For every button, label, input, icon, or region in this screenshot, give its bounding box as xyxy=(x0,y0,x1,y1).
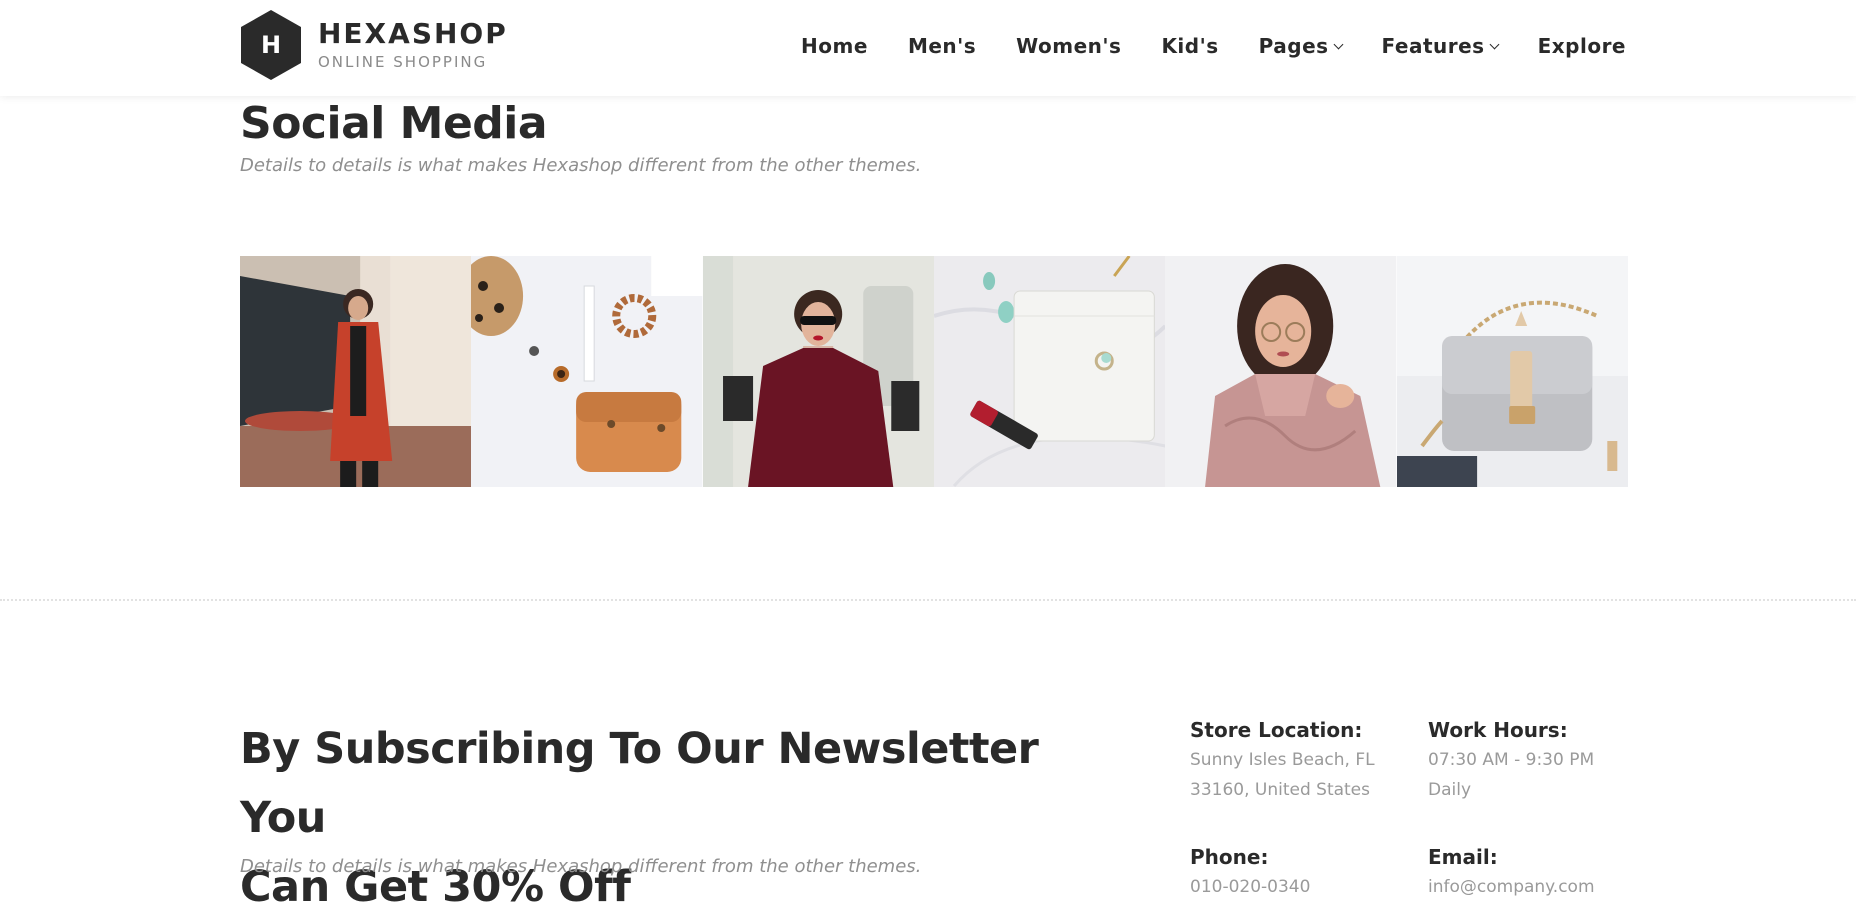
newsletter-subtitle: Details to details is what makes Hexasho… xyxy=(240,856,922,877)
woman-red-coat-photo[interactable] xyxy=(240,256,472,487)
accessories-wallet-photo[interactable] xyxy=(471,256,703,487)
logo-letter: H xyxy=(260,31,282,59)
work-hours-line2: Daily xyxy=(1428,780,1472,800)
main-nav: Home Men's Women's Kid's Pages Features … xyxy=(801,0,1626,92)
phone-value[interactable]: 010-020-0340 xyxy=(1190,872,1310,902)
social-media-subtitle: Details to details is what makes Hexasho… xyxy=(240,155,922,176)
work-hours-line1: 07:30 AM - 9:30 PM xyxy=(1428,750,1595,770)
nav-kids[interactable]: Kid's xyxy=(1161,34,1218,58)
nav-label: Features xyxy=(1381,34,1485,58)
work-hours-label: Work Hours: xyxy=(1428,718,1568,742)
chevron-down-icon xyxy=(1333,39,1343,50)
grey-handbag-photo[interactable] xyxy=(1396,256,1628,487)
logo[interactable]: H HEXASHOP ONLINE SHOPPING xyxy=(238,8,508,82)
store-location-line1: Sunny Isles Beach, FL xyxy=(1190,750,1375,770)
store-location-label: Store Location: xyxy=(1190,718,1363,742)
logo-name: HEXASHOP xyxy=(318,17,508,50)
nav-features[interactable]: Features xyxy=(1381,34,1500,58)
logo-tagline: ONLINE SHOPPING xyxy=(318,53,488,71)
nav-label: Kid's xyxy=(1161,34,1219,58)
woman-sunglasses-photo[interactable] xyxy=(702,256,934,487)
phone-label: Phone: xyxy=(1190,845,1269,869)
nav-label: Women's xyxy=(1016,34,1122,58)
site-header: H HEXASHOP ONLINE SHOPPING Home Men's Wo… xyxy=(0,0,1856,96)
email-label: Email: xyxy=(1428,845,1498,869)
newsletter-title-line1: By Subscribing To Our Newsletter You xyxy=(240,724,1039,843)
email-value[interactable]: info@company.com xyxy=(1428,872,1595,902)
social-gallery xyxy=(240,256,1628,487)
section-divider xyxy=(0,599,1856,601)
work-hours-block: Work Hours: 07:30 AM - 9:30 PM Daily xyxy=(1428,715,1594,805)
nav-pages[interactable]: Pages xyxy=(1258,34,1343,58)
nav-womens[interactable]: Women's xyxy=(1016,34,1121,58)
nav-label: Home xyxy=(801,34,868,58)
store-location-line2: 33160, United States xyxy=(1190,780,1371,800)
email-block: Email: info@company.com xyxy=(1428,842,1595,902)
store-location-block: Store Location: Sunny Isles Beach, FL 33… xyxy=(1190,715,1375,805)
social-media-title: Social Media xyxy=(240,98,548,149)
hexagon-logo-icon: H xyxy=(238,8,304,82)
nav-explore[interactable]: Explore xyxy=(1538,34,1626,58)
woman-pink-jacket-photo[interactable] xyxy=(1165,256,1397,487)
phone-block: Phone: 010-020-0340 xyxy=(1190,842,1310,902)
nav-home[interactable]: Home xyxy=(801,34,868,58)
nav-label: Pages xyxy=(1258,34,1329,58)
chevron-down-icon xyxy=(1489,39,1500,50)
nav-label: Explore xyxy=(1537,34,1626,58)
nav-mens[interactable]: Men's xyxy=(908,34,976,58)
nav-label: Men's xyxy=(907,34,977,58)
clutch-lipstick-photo[interactable] xyxy=(933,256,1166,487)
